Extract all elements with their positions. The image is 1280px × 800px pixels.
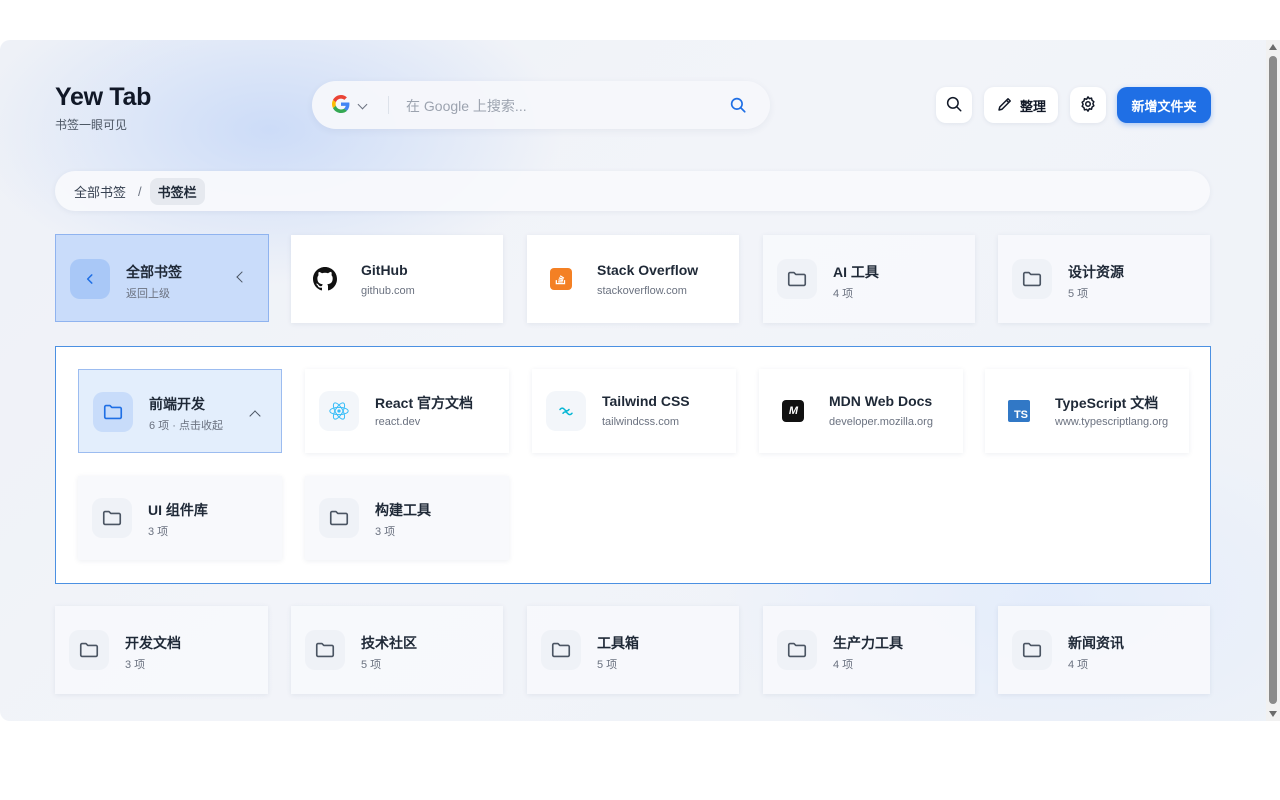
card-meta: github.com <box>361 285 415 297</box>
mdn-icon: M <box>773 391 813 431</box>
folder-card-build-tools[interactable]: 构建工具 3 项 <box>305 476 509 560</box>
card-title: UI 组件库 <box>148 502 208 518</box>
organize-label: 整理 <box>1019 98 1046 114</box>
breadcrumb-separator: / <box>138 183 142 199</box>
search-icon[interactable] <box>729 96 747 119</box>
scrollbar-thumb[interactable] <box>1269 56 1277 704</box>
vertical-scrollbar[interactable] <box>1266 40 1280 721</box>
search-divider <box>388 96 389 114</box>
bookmark-card-stackoverflow[interactable]: Stack Overflow stackoverflow.com <box>527 235 739 323</box>
pencil-icon <box>996 95 1014 116</box>
app-title: Yew Tab <box>55 83 152 111</box>
app-subtitle: 书签一眼可见 <box>55 118 128 132</box>
folder-icon <box>777 259 817 299</box>
tailwind-icon <box>546 391 586 431</box>
bookmark-card-typescript[interactable]: TS TypeScript 文档 www.typescriptlang.org <box>985 369 1189 453</box>
card-title: MDN Web Docs <box>829 393 933 409</box>
settings-button[interactable] <box>1070 87 1106 123</box>
card-title: 技术社区 <box>361 635 417 651</box>
bookmark-card-react[interactable]: React 官方文档 react.dev <box>305 369 509 453</box>
folder-card-toolbox[interactable]: 工具箱 5 项 <box>527 606 739 694</box>
breadcrumb-current: 书签栏 <box>149 177 205 205</box>
card-meta: tailwindcss.com <box>602 416 680 428</box>
card-meta: www.typescriptlang.org <box>1055 416 1169 428</box>
folder-icon <box>93 392 133 432</box>
folder-card-ai-tools[interactable]: AI 工具 4 项 <box>763 235 975 323</box>
card-meta: 6 项 · 点击收起 <box>149 420 223 432</box>
folder-icon <box>1012 259 1052 299</box>
scroll-down-arrow-icon[interactable] <box>1269 711 1277 717</box>
google-icon <box>332 95 350 118</box>
github-icon <box>305 259 345 299</box>
new-folder-button[interactable]: 新增文件夹 <box>1117 87 1211 123</box>
card-title: 全部书签 <box>126 264 182 280</box>
folder-icon <box>92 498 132 538</box>
breadcrumb: 全部书签 / 书签栏 <box>55 171 1210 211</box>
search-engine-selector[interactable] <box>332 95 368 118</box>
back-card[interactable]: 全部书签 返回上级 <box>55 234 269 322</box>
chevron-left-icon <box>70 259 110 299</box>
bookmark-card-github[interactable]: GitHub github.com <box>291 235 503 323</box>
folder-card-design-resources[interactable]: 设计资源 5 项 <box>998 235 1210 323</box>
card-title: Stack Overflow <box>597 262 699 278</box>
card-title: 新闻资讯 <box>1068 635 1124 651</box>
search-bar <box>312 81 770 129</box>
card-meta: 4 项 <box>1068 659 1089 671</box>
folder-icon <box>1012 630 1052 670</box>
card-title: Tailwind CSS <box>602 393 690 409</box>
folder-icon <box>319 498 359 538</box>
card-title: AI 工具 <box>833 264 879 280</box>
scroll-up-arrow-icon[interactable] <box>1269 44 1277 50</box>
breadcrumb-root[interactable]: 全部书签 <box>74 182 126 201</box>
card-meta: react.dev <box>375 416 421 428</box>
card-meta: 返回上级 <box>126 288 170 300</box>
card-meta: 5 项 <box>1068 288 1089 300</box>
react-icon <box>319 391 359 431</box>
card-meta: 5 项 <box>361 659 382 671</box>
folder-card-productivity[interactable]: 生产力工具 4 项 <box>763 606 975 694</box>
chevron-left-icon <box>236 271 248 283</box>
card-title: 设计资源 <box>1068 264 1124 280</box>
chevron-down-icon <box>357 99 368 110</box>
folder-icon <box>69 630 109 670</box>
card-meta: 4 项 <box>833 659 854 671</box>
stackoverflow-icon <box>541 259 581 299</box>
card-title: 生产力工具 <box>833 635 903 651</box>
card-meta: 5 项 <box>597 659 618 671</box>
gear-icon <box>1079 95 1097 116</box>
card-meta: 3 项 <box>125 659 146 671</box>
search-input[interactable] <box>404 93 708 119</box>
bookmark-card-mdn[interactable]: M MDN Web Docs developer.mozilla.org <box>759 369 963 453</box>
card-meta: developer.mozilla.org <box>829 416 933 428</box>
card-title: 前端开发 <box>149 396 205 412</box>
card-title: 工具箱 <box>597 635 639 651</box>
folder-card-dev-docs[interactable]: 开发文档 3 项 <box>55 606 268 694</box>
typescript-icon: TS <box>999 391 1039 431</box>
card-title: React 官方文档 <box>375 395 474 411</box>
brand: Yew Tab 书签一眼可见 <box>55 82 151 133</box>
folder-icon <box>305 630 345 670</box>
expanded-folder-panel: 前端开发 6 项 · 点击收起 React 官方文档 react.dev Tai… <box>55 346 1211 584</box>
folder-card-tech-community[interactable]: 技术社区 5 项 <box>291 606 503 694</box>
bookmark-card-tailwind[interactable]: Tailwind CSS tailwindcss.com <box>532 369 736 453</box>
search-toggle-button[interactable] <box>936 87 972 123</box>
folder-card-ui-library[interactable]: UI 组件库 3 项 <box>78 476 282 560</box>
card-meta: 4 项 <box>833 288 854 300</box>
search-icon <box>945 95 963 116</box>
folder-icon <box>541 630 581 670</box>
card-meta: 3 项 <box>148 526 169 538</box>
card-title: TypeScript 文档 <box>1055 395 1159 411</box>
folder-card-news[interactable]: 新闻资讯 4 项 <box>998 606 1210 694</box>
app-window: Yew Tab 书签一眼可见 在 Google 上搜索... 整理 新增文件夹 … <box>0 40 1266 721</box>
chevron-up-icon <box>249 410 261 422</box>
folder-icon <box>777 630 817 670</box>
card-meta: 3 项 <box>375 526 396 538</box>
card-title: 构建工具 <box>375 502 431 518</box>
organize-button[interactable]: 整理 <box>984 87 1058 123</box>
card-meta: stackoverflow.com <box>597 285 687 297</box>
card-title: GitHub <box>361 262 408 278</box>
card-title: 开发文档 <box>125 635 181 651</box>
expanded-folder-header[interactable]: 前端开发 6 项 · 点击收起 <box>78 369 282 453</box>
